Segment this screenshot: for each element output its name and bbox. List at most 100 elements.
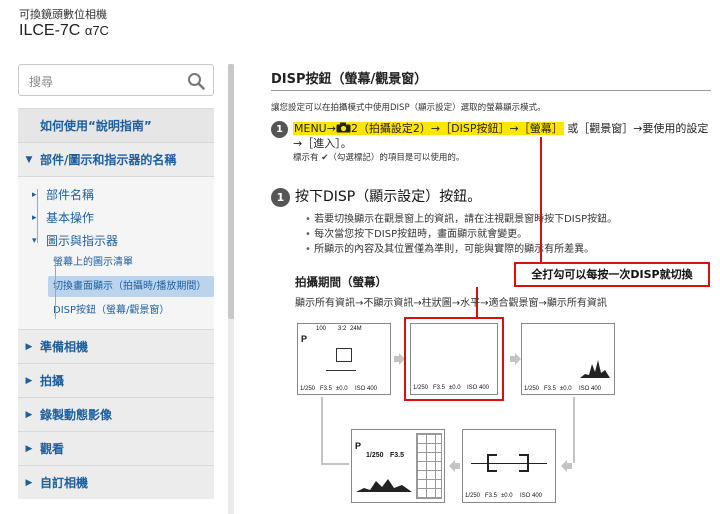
step-number: 1	[271, 188, 290, 207]
sidebar-item-disp-button[interactable]: DISP按鈕（螢幕/觀景窗）	[48, 300, 214, 321]
level-line	[471, 463, 547, 464]
histogram-graph	[580, 360, 610, 378]
sidebar-item-shooting[interactable]: ▶ 拍攝	[18, 363, 214, 397]
screen-level: 1/250 F3.5 ±0.0 ISO 400	[462, 429, 556, 503]
caret-down-icon: ▼	[25, 154, 33, 165]
arrow-left-icon	[449, 460, 460, 472]
iso-readout: ISO 400	[579, 386, 602, 392]
search-placeholder: 搜尋	[29, 75, 54, 89]
menu-path-highlight: MENU→ 2（拍攝設定2）→［DISP按鈕］→［螢幕］	[293, 122, 564, 135]
quality-readout: 24M	[350, 326, 362, 332]
level-bracket	[487, 454, 497, 472]
screen-all-info: P 100 3:2 24M 1/250 F3.5 ±0.0 ISO 400	[297, 323, 391, 395]
sidebar-item-viewing[interactable]: ▶ 觀看	[18, 431, 214, 465]
screen-no-info: 1/250 F3.5 ±0.0 ISO 400	[404, 317, 504, 401]
sidebar-item-label: 部件名稱	[46, 188, 95, 202]
caret-right-icon: ▶	[25, 477, 33, 488]
sidebar-item-movies[interactable]: ▶ 錄製動態影像	[18, 397, 214, 431]
scrollbar-thumb[interactable]	[228, 64, 234, 319]
sidebar-item-icons-indicators[interactable]: ▾ 圖示與指示器	[18, 229, 214, 252]
display-flow: 顯示所有資訊→不顯示資訊→柱狀圖→水平→適合觀景窗→顯示所有資訊	[295, 298, 607, 309]
caret-down-icon: ▾	[32, 235, 37, 246]
ev-readout: ±0.0	[501, 493, 513, 499]
aperture-readout: F3.5	[544, 386, 557, 392]
bullet-item: 所顯示的內容及其位置僅為準則，可能與實際的顯示有所差異。	[305, 242, 617, 257]
caret-right-icon: ▶	[25, 443, 33, 454]
sidebar-item-label: 圖示與指示器	[46, 234, 119, 248]
checkmark-note: 標示有 ✔（勾選標記）的項目是可以使用的。	[293, 153, 465, 163]
sidebar-item-label: 觀看	[40, 442, 65, 456]
screen-inner: 1/250 F3.5 ±0.0 ISO 400	[410, 323, 498, 395]
search-input[interactable]: 搜尋	[18, 64, 214, 96]
sidebar-item-label: 自訂相機	[40, 476, 89, 490]
flow-connector	[573, 397, 575, 463]
sidebar-item-basic-ops[interactable]: ▸ 基本操作	[18, 206, 214, 229]
sidebar-item-parts[interactable]: ▸ 部件名稱	[18, 183, 214, 206]
step-title: 按下DISP（顯示設定）按鈕。	[295, 189, 482, 205]
shot-count-readout: 100	[316, 326, 327, 332]
menu-path-text: MENU→	[294, 122, 336, 135]
ev-readout: ±0.0	[560, 386, 572, 392]
sidebar-subtree: ▸ 部件名稱 ▸ 基本操作 ▾ 圖示與指示器 螢幕上的圖示清單 切換畫面顯示（拍…	[18, 176, 214, 329]
sidebar-item-label: 錄製動態影像	[40, 408, 113, 422]
model-name: ILCE-7C	[19, 22, 81, 39]
aperture-readout: F3.5	[320, 386, 333, 392]
tree-line	[37, 189, 38, 243]
section-title: 拍攝期間（螢幕）	[295, 275, 387, 289]
iso-readout: ISO 400	[520, 493, 543, 499]
sidebar-item-customize[interactable]: ▶ 自訂相機	[18, 465, 214, 499]
product-model: ILCE-7C α7C	[19, 22, 109, 40]
annotation-callout: 全打勾可以每按一次DISP就切換	[514, 262, 710, 287]
aperture-readout: F3.5	[433, 385, 446, 391]
intro-text: 讓您設定可以在拍攝模式中使用DISP（顯示設定）選取的螢幕顯示模式。	[271, 103, 546, 113]
caret-right-icon: ▶	[25, 375, 33, 386]
iso-readout: ISO 400	[355, 386, 378, 392]
sidebar-item-switch-display[interactable]: 切換畫面顯示（拍攝時/播放期間）	[48, 276, 214, 297]
step-bullets: 若要切換顯示在觀景窗上的資訊，請在注視觀景窗時按下DISP按鈕。 每次當您按下D…	[305, 212, 617, 257]
camera-icon	[336, 122, 351, 133]
sidebar-item-prepare[interactable]: ▶ 準備相機	[18, 329, 214, 363]
flow-connector	[321, 463, 349, 465]
ev-readout: ±0.0	[449, 385, 461, 391]
search-icon[interactable]	[187, 72, 205, 90]
page-title: DISP按鈕（螢幕/觀景窗）	[271, 72, 428, 87]
caret-right-icon: ▸	[32, 189, 37, 200]
annotation-line	[540, 137, 542, 262]
screen-histogram: 1/250 F3.5 ±0.0 ISO 400	[521, 323, 615, 395]
screen-viewfinder: P 1/250 F3.5	[351, 429, 445, 503]
tree-line	[55, 257, 56, 319]
mode-readout: P	[355, 441, 362, 451]
level-indicator	[326, 370, 356, 371]
bullet-item: 若要切換顯示在觀景窗上的資訊，請在注視觀景窗時按下DISP按鈕。	[305, 212, 617, 227]
bullet-item: 每次當您按下DISP按鈕時，畫面顯示就會變更。	[305, 227, 617, 242]
product-category: 可換鏡頭數位相機	[19, 8, 107, 21]
menu-path-text: 2（拍攝設定2）→［DISP按鈕］→［螢幕］	[350, 122, 563, 135]
aperture-readout: F3.5	[485, 493, 498, 499]
sidebar-item-icon-list[interactable]: 螢幕上的圖示清單	[48, 252, 214, 273]
caret-right-icon: ▶	[25, 341, 33, 352]
shutter-readout: 1/250	[300, 386, 316, 392]
settings-grid	[416, 433, 442, 499]
aperture-readout: F3.5	[390, 452, 405, 459]
model-suffix: α7C	[84, 23, 109, 38]
sidebar-item-howto[interactable]: 如何使用“說明指南”	[18, 108, 214, 142]
focus-frame	[336, 348, 352, 362]
histogram-graph	[356, 479, 412, 492]
sidebar-item-label: 準備相機	[40, 340, 89, 354]
shutter-readout: 1/250	[366, 452, 384, 459]
sidebar-item-parts-icons[interactable]: ▼ 部件/圖示和指示器的名稱	[18, 142, 214, 176]
ev-readout: ±0.0	[336, 386, 348, 392]
sidebar-item-label: 基本操作	[46, 211, 95, 225]
sidebar-nav: 如何使用“說明指南” ▼ 部件/圖示和指示器的名稱 ▸ 部件名稱 ▸ 基本操作 …	[18, 108, 214, 499]
menu-path: MENU→ 2（拍攝設定2）→［DISP按鈕］→［螢幕］ 或［觀景窗］→要使用的設…	[293, 121, 713, 151]
mode-readout: P	[301, 334, 308, 344]
sidebar-scrollbar[interactable]	[228, 64, 234, 514]
arrow-right-icon	[510, 353, 521, 365]
menu-step-number: 1	[271, 121, 288, 138]
iso-readout: ISO 400	[467, 385, 490, 391]
shutter-readout: 1/250	[413, 385, 429, 391]
shutter-readout: 1/250	[524, 386, 540, 392]
shutter-readout: 1/250	[465, 493, 481, 499]
level-bracket	[519, 454, 529, 472]
caret-right-icon: ▶	[25, 409, 33, 420]
